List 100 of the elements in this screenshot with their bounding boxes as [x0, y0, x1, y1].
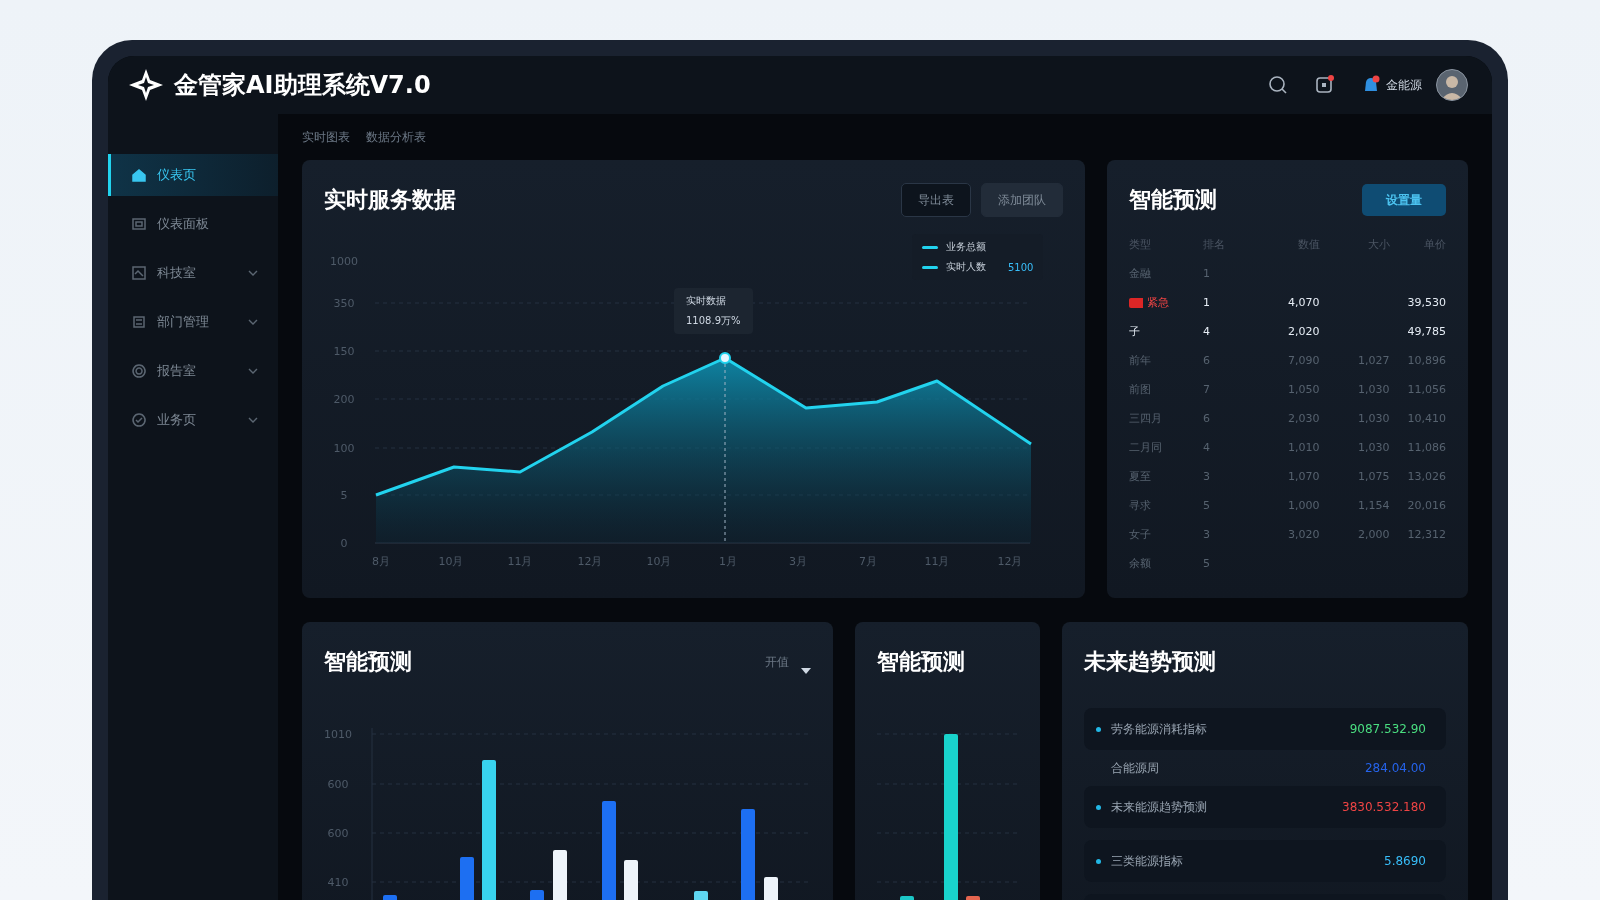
table-cell-text: 3 — [1203, 469, 1211, 485]
table-cell-text: 4 — [1203, 324, 1211, 340]
bar — [460, 857, 474, 900]
table-cell-text: 2,030 — [1287, 411, 1320, 427]
bar — [553, 850, 567, 900]
sidebar-item[interactable]: 报告室 — [108, 350, 278, 392]
table-cell-text: 1,030 — [1357, 411, 1390, 427]
add-button[interactable]: 添加团队 — [981, 183, 1063, 217]
logo-icon — [128, 68, 164, 102]
table-cell-text: 1 — [1203, 295, 1211, 311]
bar — [694, 891, 708, 900]
legend-value: 5100 — [1008, 261, 1034, 273]
sidebar-item[interactable]: 仪表页 — [108, 154, 278, 196]
table-cell: 紧急 — [1129, 288, 1203, 317]
table-cell-text: 6 — [1203, 411, 1211, 427]
axis-label: 410 — [327, 876, 349, 889]
card-title: 智能预测 — [324, 648, 412, 676]
table-cell-text: 6 — [1203, 353, 1211, 369]
table-cell-text: 1,030 — [1357, 382, 1390, 398]
table-cell-text: 49,785 — [1406, 324, 1446, 340]
avatar[interactable] — [1436, 69, 1468, 101]
menu-item-icon — [131, 412, 147, 428]
sidebar-item[interactable]: 科技室 — [108, 252, 278, 294]
home-icon — [131, 167, 147, 183]
table-cell-text: 1,027 — [1357, 353, 1390, 369]
legend-label: 业务总额 — [946, 240, 986, 254]
table-cell-text: 二月同 — [1129, 440, 1163, 456]
user-name[interactable]: 金能源 — [1386, 76, 1422, 94]
chevron-icon — [248, 270, 258, 276]
chevron-icon — [248, 319, 258, 325]
caret-icon — [801, 668, 811, 674]
card-title: 智能预测 — [1129, 186, 1217, 214]
sidebar-item[interactable]: 仪表面板 — [108, 203, 278, 245]
table-cell-text: 1,050 — [1287, 382, 1320, 398]
table-cell-text: 寻求 — [1129, 498, 1152, 514]
axis-label: 12月 — [577, 555, 603, 568]
table-cell-text: 前年 — [1129, 353, 1152, 369]
bar — [966, 896, 980, 900]
table-cell-text: 2,020 — [1287, 324, 1320, 340]
table-cell-text: 1,070 — [1287, 469, 1320, 485]
table-cell-text: 1,010 — [1287, 440, 1320, 456]
axis-label: 350 — [333, 297, 355, 310]
breadcrumb-item[interactable]: 实时图表 — [302, 128, 350, 146]
table-cell-text: 39,530 — [1406, 295, 1446, 311]
trend-label: 三类能源指标 — [1111, 852, 1183, 870]
axis-label: 1月 — [719, 555, 737, 568]
menu-item-icon — [131, 363, 147, 379]
bar — [764, 877, 778, 900]
bar — [900, 896, 914, 900]
flag-icon — [1129, 297, 1143, 308]
bar — [530, 890, 544, 900]
trend-value: 3830.532.180 — [1342, 800, 1426, 814]
table-cell-text: 女子 — [1129, 527, 1152, 543]
trend-label: 未来能源趋势预测 — [1111, 798, 1207, 816]
table-cell-text: 金融 — [1129, 266, 1152, 282]
bar — [624, 860, 638, 900]
table-cell-text: 2,000 — [1357, 527, 1390, 543]
tooltip: 实时数据 1108.9万% — [674, 288, 753, 334]
axis-label: 1010 — [324, 728, 352, 741]
table-cell-text: 1 — [1203, 266, 1211, 282]
table-cell-text: 余额 — [1129, 556, 1152, 572]
axis-label: 7月 — [859, 555, 877, 568]
table-cell-text: 7 — [1203, 382, 1211, 398]
table-cell-text: 3,020 — [1287, 527, 1320, 543]
table-cell-text: 1,000 — [1287, 498, 1320, 514]
axis-label: 200 — [333, 393, 355, 406]
menu-item-icon — [131, 216, 147, 232]
notification-icon[interactable] — [1314, 74, 1336, 96]
axis-label: 600 — [327, 778, 349, 791]
menu-item-icon — [131, 265, 147, 281]
card-title: 实时服务数据 — [324, 186, 456, 214]
axis-label: 12月 — [997, 555, 1023, 568]
table-cell-text: 13,026 — [1406, 469, 1446, 485]
table-cell-text: 4,070 — [1287, 295, 1320, 311]
axis-label: 5 — [340, 489, 348, 502]
search-icon[interactable] — [1268, 75, 1288, 95]
breadcrumb-item[interactable]: 数据分析表 — [366, 128, 426, 146]
axis-label: 3月 — [789, 555, 807, 568]
sidebar-item[interactable]: 业务页 — [108, 399, 278, 441]
table-cell-text: 夏至 — [1129, 469, 1152, 485]
sidebar-item[interactable]: 部门管理 — [108, 301, 278, 343]
axis-label: 11月 — [507, 555, 533, 568]
settings-button[interactable]: 设置量 — [1362, 184, 1446, 216]
trend-label: 合能源周 — [1111, 759, 1159, 777]
axis-label: 0 — [340, 537, 348, 550]
table-cell-text: 10,896 — [1406, 353, 1446, 369]
table-cell-text: 10,410 — [1406, 411, 1446, 427]
table-cell-text: 前图 — [1129, 382, 1152, 398]
table-cell-text: 12,312 — [1406, 527, 1446, 543]
table-cell-text: 1,030 — [1357, 440, 1390, 456]
chevron-icon — [248, 368, 258, 374]
axis-label: 100 — [333, 442, 355, 455]
trend-label: 劳务能源消耗指标 — [1111, 720, 1207, 738]
period-dropdown[interactable]: 开值 — [765, 650, 811, 674]
export-button[interactable]: 导出表 — [901, 183, 971, 217]
table-cell-text: 20,016 — [1406, 498, 1446, 514]
table-cell-text: 7,090 — [1287, 353, 1320, 369]
axis-label: 10月 — [438, 555, 464, 568]
menu-item-icon — [131, 314, 147, 330]
card-title: 未来趋势预测 — [1084, 648, 1216, 676]
